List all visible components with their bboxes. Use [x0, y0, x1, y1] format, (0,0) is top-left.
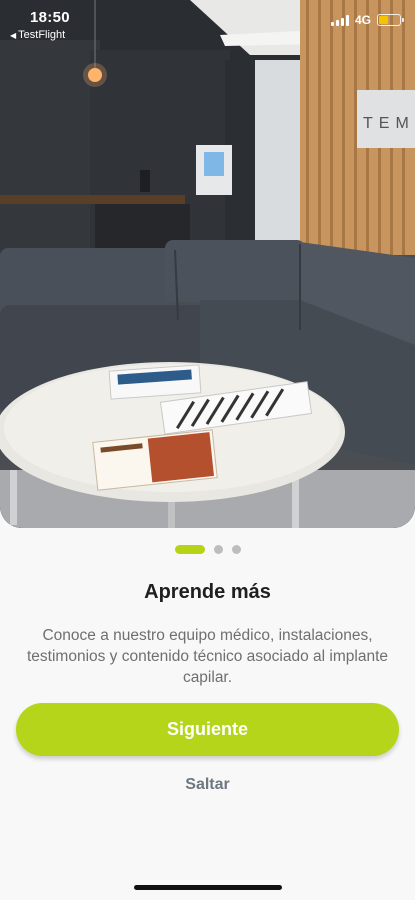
status-indicators: 4G	[330, 13, 404, 27]
back-to-app-link[interactable]: ◀ TestFlight	[10, 29, 65, 41]
battery-icon	[377, 14, 404, 26]
skip-button[interactable]: Saltar	[0, 776, 415, 794]
network-type: 4G	[354, 13, 371, 27]
next-button[interactable]: Siguiente	[16, 703, 399, 756]
status-bar: 18:50 ◀ TestFlight 4G	[0, 0, 415, 44]
page-dot-active	[174, 545, 205, 554]
hero-image: TEM 18:50 ◀ TestFlight 4G	[0, 0, 415, 528]
wall-sign-text: TEM	[363, 115, 415, 132]
back-app-label: TestFlight	[18, 29, 66, 41]
back-arrow-icon: ◀	[10, 30, 17, 40]
slide-description: Conoce a nuestro equipo médico, instalac…	[26, 627, 388, 686]
signal-icon	[330, 14, 349, 26]
status-time: 18:50	[30, 9, 70, 26]
slide-title: Aprende más	[144, 581, 271, 603]
page-indicator	[0, 545, 415, 554]
home-indicator	[134, 885, 282, 890]
page-dot	[213, 545, 223, 554]
page-dot	[231, 545, 241, 554]
